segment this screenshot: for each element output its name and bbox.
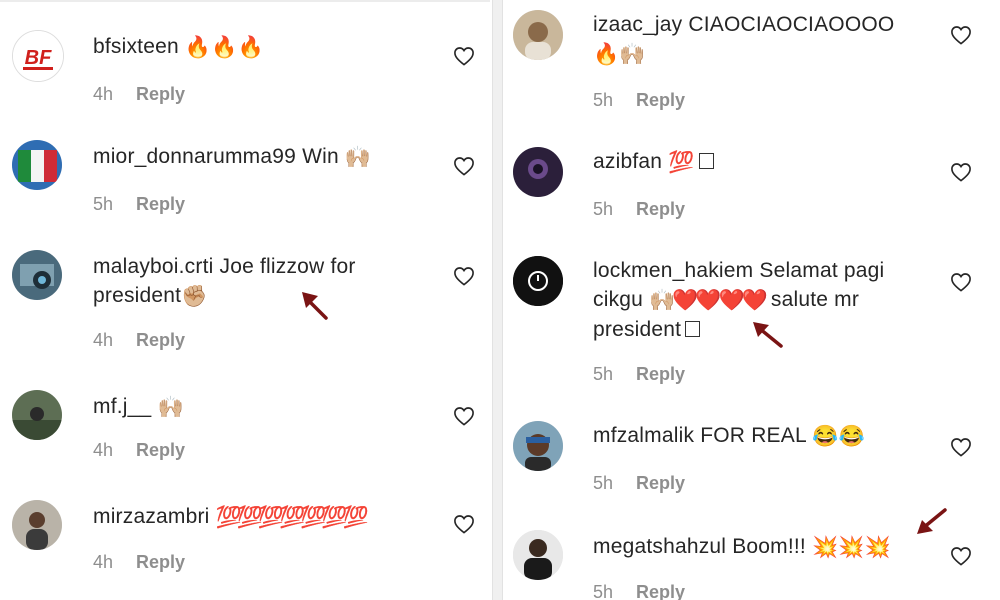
avatar[interactable]: BF [12, 30, 64, 82]
username[interactable]: izaac_jay [593, 13, 682, 36]
username[interactable]: mf.j__ [93, 395, 151, 418]
right-comments-panel: izaac_jay CIAOCIAOCIAOOOO 🔥🙌🏼 5h Reply a… [503, 0, 1000, 600]
comment-meta: 4h Reply [93, 330, 185, 351]
comment-text: FOR REAL [700, 424, 807, 447]
comment-text: Win [302, 145, 339, 168]
comment-text-line2-tail: salute mr [770, 288, 860, 311]
reply-button[interactable]: Reply [636, 364, 685, 384]
comment-meta: 5h Reply [593, 199, 685, 220]
reply-button[interactable]: Reply [636, 473, 685, 493]
comment-text-line2: president [93, 284, 182, 307]
comment-meta: 4h Reply [93, 552, 185, 573]
heart-icon[interactable] [453, 514, 475, 534]
emoji: 🔥🔥🔥 [184, 35, 264, 59]
emoji: 💥💥💥 [812, 535, 892, 559]
avatar[interactable] [513, 147, 563, 197]
arrow-pointer-icon [911, 502, 951, 542]
reply-button[interactable]: Reply [636, 199, 685, 219]
heart-icon[interactable] [950, 162, 972, 182]
avatar[interactable] [12, 390, 62, 440]
avatar[interactable] [12, 500, 62, 550]
arrow-pointer-icon [296, 286, 336, 326]
avatar[interactable] [513, 530, 563, 580]
avatar[interactable] [513, 256, 563, 306]
comment-text-line3: president [593, 317, 682, 341]
timestamp: 5h [593, 473, 614, 493]
missing-glyph-icon [698, 153, 714, 169]
svg-text:BF: BF [25, 47, 52, 69]
reply-button[interactable]: Reply [136, 552, 185, 572]
reply-button[interactable]: Reply [136, 194, 185, 214]
username[interactable]: mfzalmalik [593, 424, 694, 447]
timestamp: 4h [93, 330, 114, 350]
missing-glyph-icon [685, 320, 701, 337]
comment-text: Boom!!! [732, 535, 806, 558]
emoji: 😂😂 [812, 424, 865, 448]
timestamp: 4h [93, 552, 114, 572]
heart-icon[interactable] [950, 437, 972, 457]
comment-meta: 5h Reply [93, 194, 185, 215]
reply-button[interactable]: Reply [136, 84, 185, 104]
emoji: 🙌🏼 [344, 145, 372, 169]
username[interactable]: mirzazambri [93, 505, 210, 528]
left-comments-panel: BF bfsixteen 🔥🔥🔥 4h Reply mior_donnarumm… [0, 0, 490, 600]
username[interactable]: megatshahzul [593, 535, 726, 558]
reply-button[interactable]: Reply [136, 440, 185, 460]
heart-icon[interactable] [950, 272, 972, 292]
comment-text-line2: cikgu [593, 288, 644, 311]
top-border [0, 0, 490, 2]
comment-meta: 5h Reply [593, 582, 685, 600]
comment-meta: 4h Reply [93, 84, 185, 105]
timestamp: 5h [593, 90, 614, 110]
comment-text: Selamat pagi [759, 259, 885, 282]
heart-icon[interactable] [950, 546, 972, 566]
timestamp: 5h [593, 582, 614, 600]
heart-icon[interactable] [453, 406, 475, 426]
emoji: 💯 [668, 150, 695, 174]
avatar[interactable] [12, 250, 62, 300]
heart-icon[interactable] [453, 266, 475, 286]
heart-icon[interactable] [453, 46, 475, 66]
emoji: 🙌🏼 [157, 395, 184, 419]
comment-text: CIAOCIAOCIAOOOO [688, 13, 895, 36]
heart-icon[interactable] [950, 25, 972, 45]
username[interactable]: malayboi.crti [93, 255, 213, 278]
emoji: 💯💯💯💯💯💯💯 [215, 505, 369, 529]
avatar[interactable] [12, 140, 62, 190]
timestamp: 4h [93, 84, 114, 104]
screenshot-divider [492, 0, 503, 600]
arrow-pointer-icon [747, 316, 787, 356]
username[interactable]: azibfan [593, 150, 662, 173]
avatar[interactable] [513, 10, 563, 60]
timestamp: 5h [593, 364, 614, 384]
comment-meta: 5h Reply [593, 364, 685, 385]
timestamp: 5h [593, 199, 614, 219]
avatar[interactable] [513, 421, 563, 471]
emoji: ✊🏼 [181, 284, 208, 308]
comment-meta: 4h Reply [93, 440, 185, 461]
username[interactable]: lockmen_hakiem [593, 259, 753, 282]
heart-icon[interactable] [453, 156, 475, 176]
comment-text: Joe flizzow for [219, 255, 356, 278]
reply-button[interactable]: Reply [136, 330, 185, 350]
timestamp: 4h [93, 440, 114, 460]
comment-meta: 5h Reply [593, 90, 685, 111]
username[interactable]: bfsixteen [93, 35, 179, 58]
timestamp: 5h [93, 194, 114, 214]
username[interactable]: mior_donnarumma99 [93, 145, 296, 168]
emoji: 🙌🏼❤️❤️❤️❤️ [649, 288, 768, 312]
emoji: 🔥🙌🏼 [593, 42, 646, 66]
comment-meta: 5h Reply [593, 473, 685, 494]
reply-button[interactable]: Reply [636, 90, 685, 110]
reply-button[interactable]: Reply [636, 582, 685, 600]
